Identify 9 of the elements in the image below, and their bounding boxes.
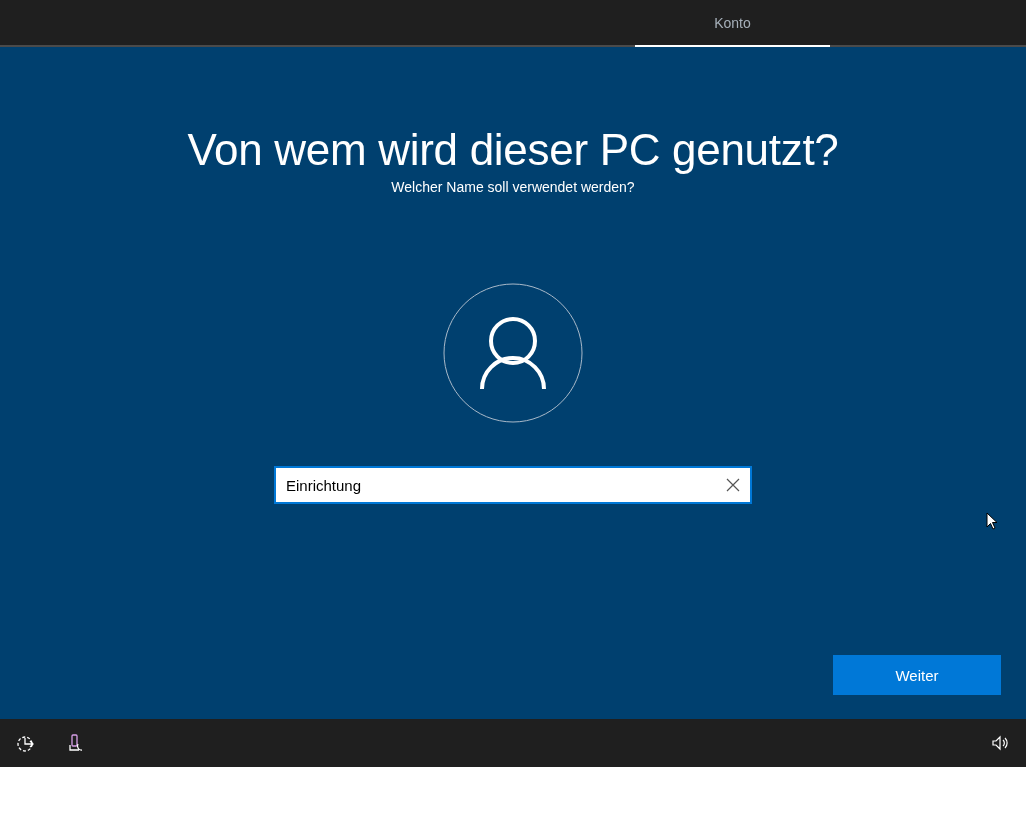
user-avatar-icon — [443, 283, 583, 423]
mouse-cursor-icon — [986, 512, 998, 530]
clear-icon[interactable] — [726, 478, 740, 492]
name-field[interactable]: Einrichtung — [274, 466, 752, 504]
page-heading: Von wem wird dieser PC genutzt? — [187, 124, 839, 176]
volume-icon[interactable] — [990, 733, 1010, 753]
next-button[interactable]: Weiter — [833, 655, 1001, 695]
page-subheading: Welcher Name soll verwendet werden? — [391, 179, 635, 195]
account-tab[interactable]: Konto — [635, 0, 830, 45]
